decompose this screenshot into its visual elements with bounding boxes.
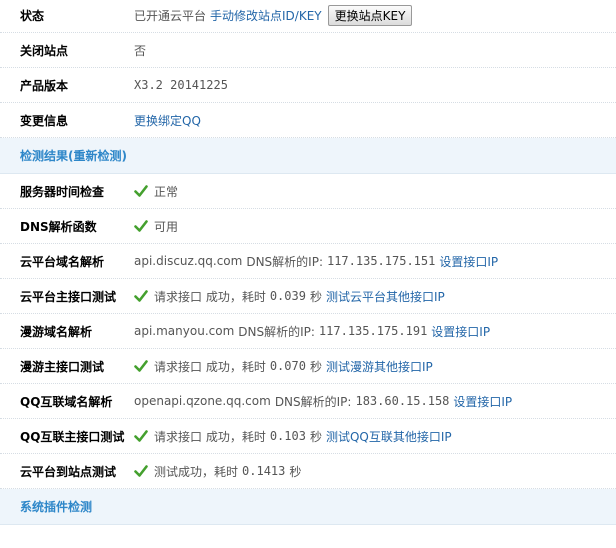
- row-value: 可用: [134, 218, 616, 235]
- check-icon: [134, 430, 148, 442]
- row-value: 请求接口 成功，耗时 0.070 秒 测试漫游其他接口IP: [134, 358, 616, 375]
- row-label: 云平台主接口测试: [20, 289, 117, 304]
- close-site-value: 否: [134, 43, 147, 58]
- test-result-text: 测试成功，耗时: [154, 464, 239, 479]
- dns-ip-label: DNS解析的IP:: [238, 324, 315, 339]
- time-unit: 秒: [309, 359, 322, 374]
- check-icon: [134, 185, 148, 197]
- elapsed-time: 0.103: [269, 429, 306, 443]
- set-api-ip-link[interactable]: 设置接口IP: [431, 323, 490, 340]
- elapsed-time: 0.039: [269, 289, 306, 303]
- check-result-text: 可用: [154, 219, 179, 234]
- check-icon: [134, 290, 148, 302]
- test-result-text: 请求接口 成功，耗时: [154, 289, 266, 304]
- row-value: api.manyou.com DNS解析的IP: 117.135.175.191…: [134, 323, 616, 340]
- row-value: 请求接口 成功，耗时 0.103 秒 测试QQ互联其他接口IP: [134, 428, 616, 445]
- row-label: 云平台域名解析: [20, 254, 105, 269]
- elapsed-time: 0.070: [269, 359, 306, 373]
- check-icon: [134, 465, 148, 477]
- row-label: 云平台到站点测试: [20, 464, 117, 479]
- domain-text: openapi.qzone.qq.com: [134, 394, 271, 408]
- dns-ip-label: DNS解析的IP:: [246, 254, 323, 269]
- row-dns-function: DNS解析函数 可用: [0, 209, 616, 244]
- set-api-ip-link[interactable]: 设置接口IP: [453, 393, 512, 410]
- row-label: 服务器时间检查: [20, 184, 105, 199]
- check-icon: [134, 360, 148, 372]
- row-value: 否: [134, 42, 616, 59]
- change-bound-qq-link[interactable]: 更换绑定QQ: [134, 112, 201, 129]
- row-cloud-site-test: 云平台到站点测试 测试成功，耗时 0.1413 秒: [0, 454, 616, 489]
- test-result-text: 请求接口 成功，耗时: [154, 429, 266, 444]
- section-title: 检测结果: [20, 149, 69, 163]
- row-value: api.discuz.qq.com DNS解析的IP: 117.135.175.…: [134, 253, 616, 270]
- test-qq-other-ip-link[interactable]: 测试QQ互联其他接口IP: [326, 428, 452, 445]
- test-manyou-other-ip-link[interactable]: 测试漫游其他接口IP: [326, 358, 433, 375]
- row-label: DNS解析函数: [20, 219, 97, 234]
- row-manyou-dns: 漫游域名解析 api.manyou.com DNS解析的IP: 117.135.…: [0, 314, 616, 349]
- row-server-time: 服务器时间检查 正常: [0, 174, 616, 209]
- row-status: 状态 已开通云平台 手动修改站点ID/KEY 更换站点KEY: [0, 0, 616, 33]
- domain-text: api.discuz.qq.com: [134, 254, 243, 268]
- row-value: 已开通云平台 手动修改站点ID/KEY 更换站点KEY: [134, 4, 616, 26]
- ip-value: 117.135.175.151: [326, 254, 436, 268]
- product-version-value: X3.2 20141225: [134, 78, 228, 92]
- section-detect-results: 检测结果 (重新检测): [0, 138, 616, 174]
- section-plugin-check: 系统插件检测: [0, 489, 616, 525]
- row-value: X3.2 20141225: [134, 78, 616, 92]
- section-title: 系统插件检测: [20, 500, 93, 514]
- time-unit: 秒: [309, 289, 322, 304]
- row-manyou-api-test: 漫游主接口测试 请求接口 成功，耗时 0.070 秒 测试漫游其他接口IP: [0, 349, 616, 384]
- row-qq-api-test: QQ互联主接口测试 请求接口 成功，耗时 0.103 秒 测试QQ互联其他接口I…: [0, 419, 616, 454]
- ip-value: 183.60.15.158: [355, 394, 450, 408]
- status-text: 已开通云平台: [134, 8, 207, 23]
- row-label: QQ互联主接口测试: [20, 429, 125, 444]
- row-cloud-dns: 云平台域名解析 api.discuz.qq.com DNS解析的IP: 117.…: [0, 244, 616, 279]
- row-cloud-api-test: 云平台主接口测试 请求接口 成功，耗时 0.039 秒 测试云平台其他接口IP: [0, 279, 616, 314]
- ip-value: 117.135.175.191: [318, 324, 428, 338]
- elapsed-time: 0.1413: [242, 464, 286, 478]
- row-value: openapi.qzone.qq.com DNS解析的IP: 183.60.15…: [134, 393, 616, 410]
- row-label: 漫游主接口测试: [20, 359, 105, 374]
- row-product-version: 产品版本 X3.2 20141225: [0, 68, 616, 103]
- row-change-info: 变更信息 更换绑定QQ: [0, 103, 616, 138]
- time-unit: 秒: [289, 464, 302, 479]
- edit-site-id-key-link[interactable]: 手动修改站点ID/KEY: [210, 7, 322, 24]
- domain-text: api.manyou.com: [134, 324, 235, 338]
- row-label: 状态: [20, 8, 45, 23]
- row-label: 产品版本: [20, 78, 69, 93]
- row-close-site: 关闭站点 否: [0, 33, 616, 68]
- check-icon: [134, 220, 148, 232]
- check-result-text: 正常: [154, 184, 179, 199]
- test-cloud-other-ip-link[interactable]: 测试云平台其他接口IP: [326, 288, 445, 305]
- test-result-text: 请求接口 成功，耗时: [154, 359, 266, 374]
- set-api-ip-link[interactable]: 设置接口IP: [439, 253, 498, 270]
- row-value: 更换绑定QQ: [134, 112, 616, 129]
- row-qq-dns: QQ互联域名解析 openapi.qzone.qq.com DNS解析的IP: …: [0, 384, 616, 419]
- row-value: 测试成功，耗时 0.1413 秒: [134, 463, 616, 480]
- row-value: 请求接口 成功，耗时 0.039 秒 测试云平台其他接口IP: [134, 288, 616, 305]
- row-label: QQ互联域名解析: [20, 394, 113, 409]
- cloud-status-table: 状态 已开通云平台 手动修改站点ID/KEY 更换站点KEY 关闭站点 否 产品…: [0, 0, 616, 525]
- row-value: 正常: [134, 183, 616, 200]
- time-unit: 秒: [309, 429, 322, 444]
- dns-ip-label: DNS解析的IP:: [274, 394, 352, 409]
- row-label: 关闭站点: [20, 43, 69, 58]
- row-label: 变更信息: [20, 113, 69, 128]
- row-label: 漫游域名解析: [20, 324, 93, 339]
- retest-link[interactable]: (重新检测): [68, 147, 127, 164]
- change-site-key-button[interactable]: 更换站点KEY: [327, 4, 413, 26]
